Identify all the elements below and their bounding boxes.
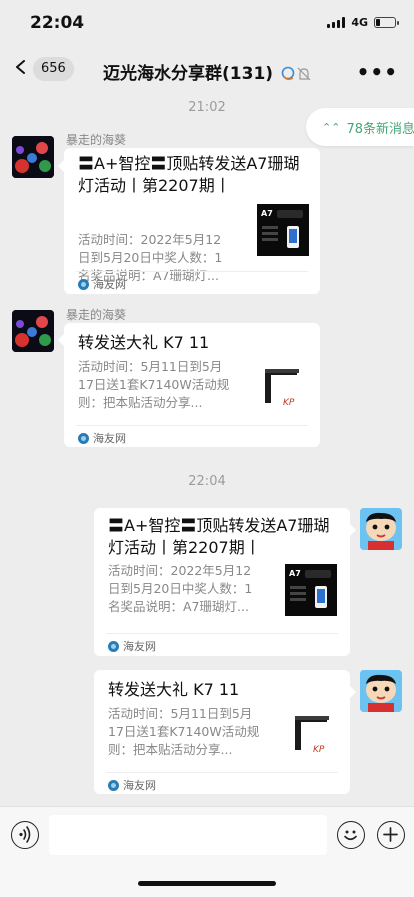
chat-title: 迈光海水分享群(131) — [103, 64, 274, 84]
card-source: 海友网 — [108, 638, 156, 654]
card-description: 活动时间：5月11日到5月17日送1套K7140W活动规则：把本贴活动分享... — [78, 359, 230, 410]
source-logo-icon — [78, 432, 89, 444]
svg-text:KP: KP — [313, 745, 325, 755]
chat-title-wrapper: 迈光海水分享群(131) — [0, 59, 414, 84]
chat-header: 656 迈光海水分享群(131) ••• — [0, 46, 414, 94]
status-time: 22:04 — [30, 13, 85, 33]
emoji-icon[interactable] — [337, 821, 365, 849]
source-logo-icon — [108, 779, 119, 791]
more-icon[interactable]: ••• — [357, 60, 398, 84]
thumb-label: A7 — [289, 569, 301, 578]
card-thumbnail: A7 — [257, 204, 309, 256]
unread-label: 78条新消息 — [346, 121, 414, 137]
card-title: 转发送大礼 K7 11 — [78, 333, 210, 352]
sender-name: 暴走的海葵 — [66, 133, 127, 147]
source-logo-icon — [108, 640, 119, 652]
card-description: 活动时间：2022年5月12日到5月20日中奖人数：1名奖品说明：A7珊瑚灯..… — [108, 563, 253, 614]
time-separator: 22:04 — [188, 474, 226, 489]
card-source: 海友网 — [108, 777, 156, 793]
avatar[interactable] — [12, 136, 54, 178]
thumb-label: A7 — [261, 209, 273, 218]
bell-off-icon — [281, 66, 311, 81]
network-type: 4G — [351, 16, 368, 29]
sender-name: 暴走的海葵 — [66, 308, 127, 322]
avatar[interactable] — [360, 508, 402, 550]
avatar[interactable] — [12, 310, 54, 352]
link-card[interactable]: 转发送大礼 K7 11 活动时间：5月11日到5月17日送1套K7140W活动规… — [94, 670, 350, 794]
status-bar: 22:04 4G — [0, 0, 414, 46]
card-title: 〓A+智控〓顶贴转发送A7珊瑚灯活动丨第2207期丨 — [78, 154, 300, 195]
link-card[interactable]: 转发送大礼 K7 11 活动时间：5月11日到5月17日送1套K7140W活动规… — [64, 323, 320, 447]
battery-icon — [374, 17, 399, 28]
plus-icon[interactable] — [377, 821, 405, 849]
card-source: 海友网 — [78, 276, 126, 292]
card-title: 转发送大礼 K7 11 — [108, 680, 240, 699]
message-input[interactable] — [49, 815, 327, 855]
unread-messages-button[interactable]: ⌃⌃ 78条新消息 — [306, 108, 414, 146]
card-thumbnail: A7 — [285, 564, 337, 616]
signal-icon — [327, 17, 346, 28]
card-thumbnail: KP — [287, 706, 339, 758]
card-description: 活动时间：5月11日到5月17日送1套K7140W活动规则：把本贴活动分享... — [108, 706, 260, 757]
card-title: 〓A+智控〓顶贴转发送A7珊瑚灯活动丨第2207期丨 — [108, 516, 330, 557]
avatar[interactable] — [360, 670, 402, 712]
home-indicator[interactable] — [138, 881, 276, 886]
link-card[interactable]: 〓A+智控〓顶贴转发送A7珊瑚灯活动丨第2207期丨 活动时间：2022年5月1… — [64, 148, 320, 294]
card-thumbnail: KP — [257, 359, 309, 411]
svg-text:KP: KP — [283, 398, 295, 408]
status-indicators: 4G — [327, 16, 399, 29]
card-source: 海友网 — [78, 430, 126, 446]
voice-icon[interactable] — [11, 821, 39, 849]
link-card[interactable]: 〓A+智控〓顶贴转发送A7珊瑚灯活动丨第2207期丨 活动时间：2022年5月1… — [94, 508, 350, 656]
source-logo-icon — [78, 278, 89, 290]
double-chevron-up-icon: ⌃⌃ — [322, 120, 341, 134]
